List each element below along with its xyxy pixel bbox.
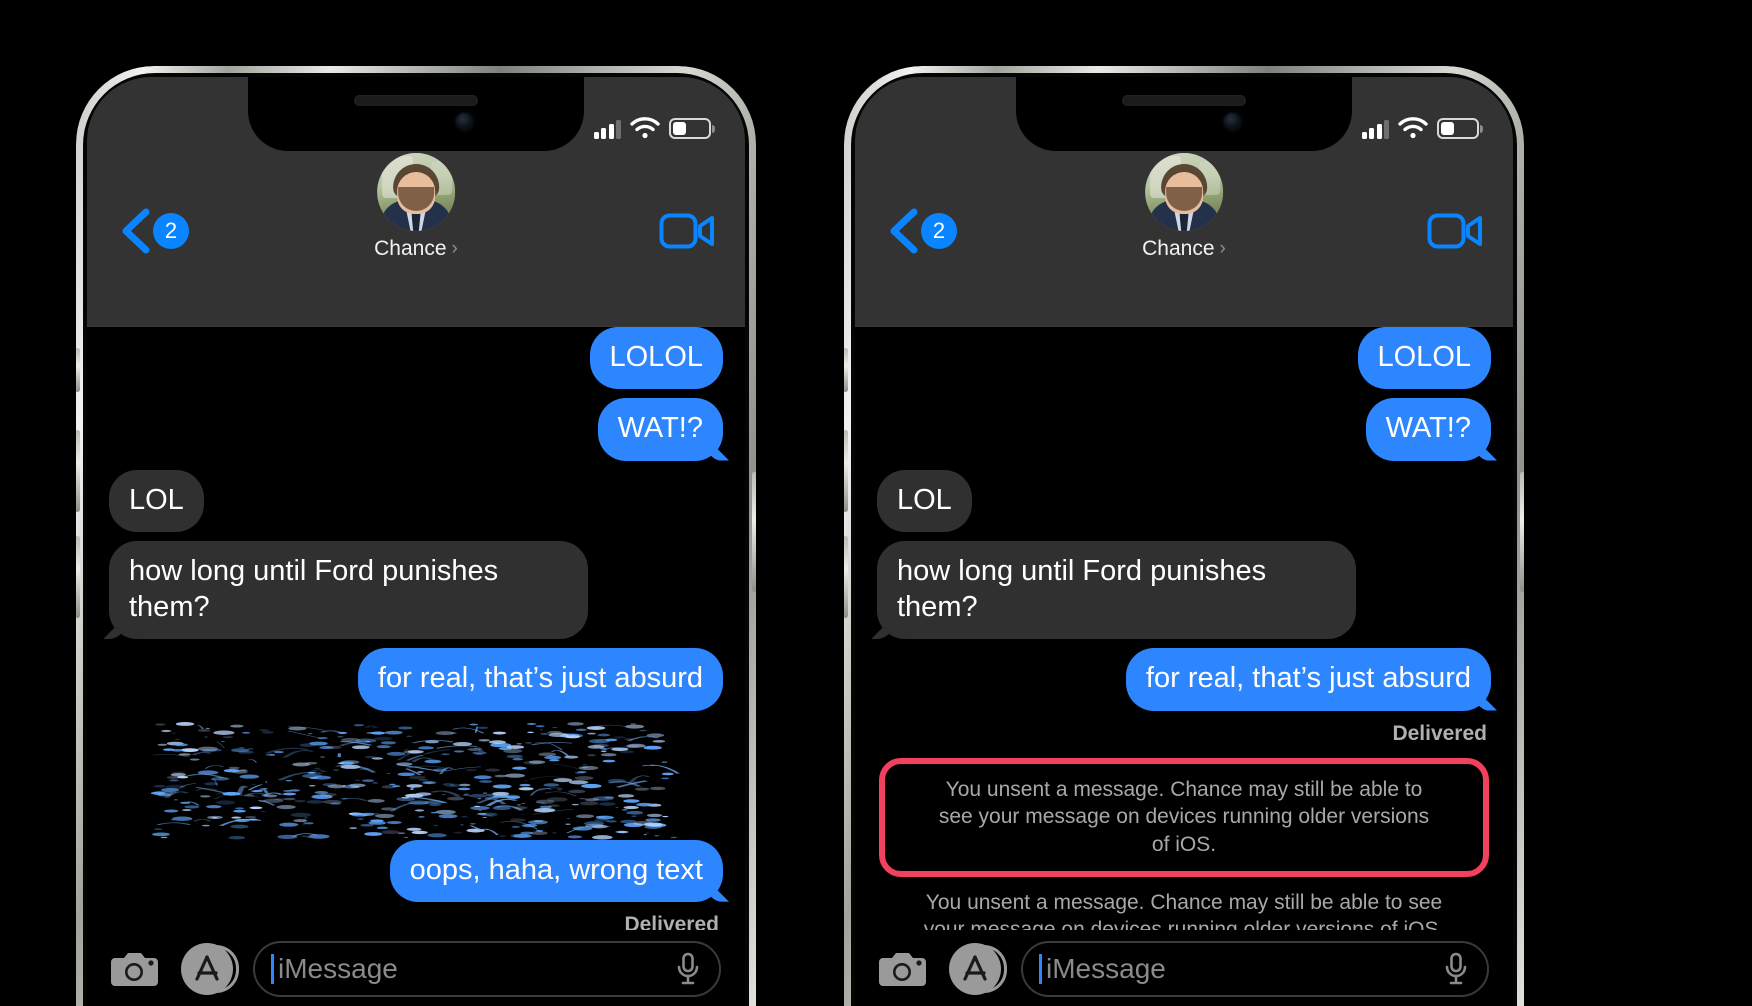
message-row[interactable]: LOL — [109, 469, 723, 532]
contact-header[interactable]: Chance › — [1142, 153, 1226, 261]
volume-down-button[interactable] — [844, 536, 848, 618]
mute-switch[interactable] — [76, 348, 80, 392]
message-row[interactable]: for real, that’s just absurd — [109, 648, 723, 711]
video-camera-icon — [659, 212, 715, 250]
phone-left-screen: 2 Chance › LOLOL WAT!? LOL how long unti… — [87, 77, 745, 1006]
cellular-signal-icon — [593, 120, 621, 139]
delivered-status-label: Delivered — [1392, 721, 1487, 745]
screenshot-stage: 2 Chance › LOLOL WAT!? LOL how long unti… — [0, 0, 1752, 1006]
video-camera-icon — [1427, 212, 1483, 250]
contact-header[interactable]: Chance › — [374, 153, 458, 261]
wifi-icon — [1398, 117, 1428, 139]
microphone-icon[interactable] — [675, 952, 701, 986]
text-caret — [1039, 954, 1042, 984]
message-input-bar-right: iMessage — [855, 930, 1513, 1006]
chevron-left-icon — [117, 208, 151, 254]
microphone-icon[interactable] — [1443, 952, 1469, 986]
phone-right: 2 Chance › LOLOL WAT!? LOL how long unti… — [844, 66, 1524, 1006]
wifi-icon — [630, 117, 660, 139]
power-button[interactable] — [752, 472, 756, 592]
outgoing-message-bubble[interactable]: LOLOL — [1357, 327, 1491, 390]
text-caret — [271, 954, 274, 984]
imessage-placeholder: iMessage — [278, 953, 398, 984]
incoming-message-bubble[interactable]: how long until Ford punishes them? — [109, 540, 588, 640]
incoming-message-bubble[interactable]: LOL — [109, 469, 204, 532]
volume-up-button[interactable] — [76, 430, 80, 512]
avatar — [1145, 153, 1223, 231]
unsending-message-dissolve-effect — [109, 716, 723, 846]
camera-icon[interactable] — [879, 948, 929, 990]
battery-icon — [669, 118, 711, 139]
message-row[interactable]: LOLOL — [877, 327, 1491, 390]
contact-name-label: Chance — [374, 237, 447, 260]
battery-icon — [1437, 118, 1479, 139]
unread-badge: 2 — [921, 213, 957, 249]
outgoing-message-bubble[interactable]: for real, that’s just absurd — [1125, 648, 1491, 711]
chevron-right-icon: › — [1219, 238, 1226, 259]
camera-icon[interactable] — [111, 948, 161, 990]
unsent-notice-text-highlighted: You unsent a message. Chance may still b… — [938, 777, 1430, 856]
status-bar — [87, 77, 745, 151]
avatar — [377, 153, 455, 231]
contact-name-label: Chance — [1142, 237, 1215, 260]
outgoing-message-bubble[interactable]: WAT!? — [597, 398, 723, 461]
message-row[interactable]: how long until Ford punishes them? — [109, 540, 723, 640]
app-store-icon[interactable] — [949, 943, 1007, 995]
message-row[interactable]: LOLOL — [109, 327, 723, 390]
back-button[interactable]: 2 — [117, 208, 189, 254]
status-bar — [855, 77, 1513, 151]
chevron-right-icon: › — [451, 238, 458, 259]
outgoing-message-bubble[interactable]: WAT!? — [1365, 398, 1491, 461]
facetime-button[interactable] — [659, 212, 715, 250]
volume-down-button[interactable] — [76, 536, 80, 618]
app-store-icon[interactable] — [181, 943, 239, 995]
incoming-message-bubble[interactable]: how long until Ford punishes them? — [877, 540, 1356, 640]
message-input-bar-left: iMessage — [87, 930, 745, 1006]
cellular-signal-icon — [1361, 120, 1389, 139]
message-row[interactable]: LOL — [877, 469, 1491, 532]
message-row[interactable]: oops, haha, wrong text — [109, 839, 723, 902]
unsent-notice-highlight-box: You unsent a message. Chance may still b… — [879, 757, 1489, 877]
volume-up-button[interactable] — [844, 430, 848, 512]
conversation-right[interactable]: LOLOL WAT!? LOL how long until Ford punishe… — [855, 327, 1513, 1006]
outgoing-message-bubble[interactable]: oops, haha, wrong text — [389, 839, 723, 902]
unread-badge: 2 — [153, 213, 189, 249]
mute-switch[interactable] — [844, 348, 848, 392]
outgoing-message-bubble[interactable]: for real, that’s just absurd — [357, 648, 723, 711]
message-text-field[interactable]: iMessage — [1021, 941, 1489, 997]
incoming-message-bubble[interactable]: LOL — [877, 469, 972, 532]
message-text-field[interactable]: iMessage — [253, 941, 721, 997]
imessage-placeholder: iMessage — [1046, 953, 1166, 984]
message-row[interactable]: for real, that’s just absurd — [877, 648, 1491, 711]
chevron-left-icon — [885, 208, 919, 254]
facetime-button[interactable] — [1427, 212, 1483, 250]
outgoing-message-bubble[interactable]: LOLOL — [589, 327, 723, 390]
message-row[interactable]: WAT!? — [877, 398, 1491, 461]
conversation-left[interactable]: LOLOL WAT!? LOL how long until Ford punishe… — [87, 327, 745, 1006]
message-row[interactable]: WAT!? — [109, 398, 723, 461]
phone-right-screen: 2 Chance › LOLOL WAT!? LOL how long unti… — [855, 77, 1513, 1006]
power-button[interactable] — [1520, 472, 1524, 592]
phone-left: 2 Chance › LOLOL WAT!? LOL how long unti… — [76, 66, 756, 1006]
back-button[interactable]: 2 — [885, 208, 957, 254]
message-row[interactable]: how long until Ford punishes them? — [877, 540, 1491, 640]
